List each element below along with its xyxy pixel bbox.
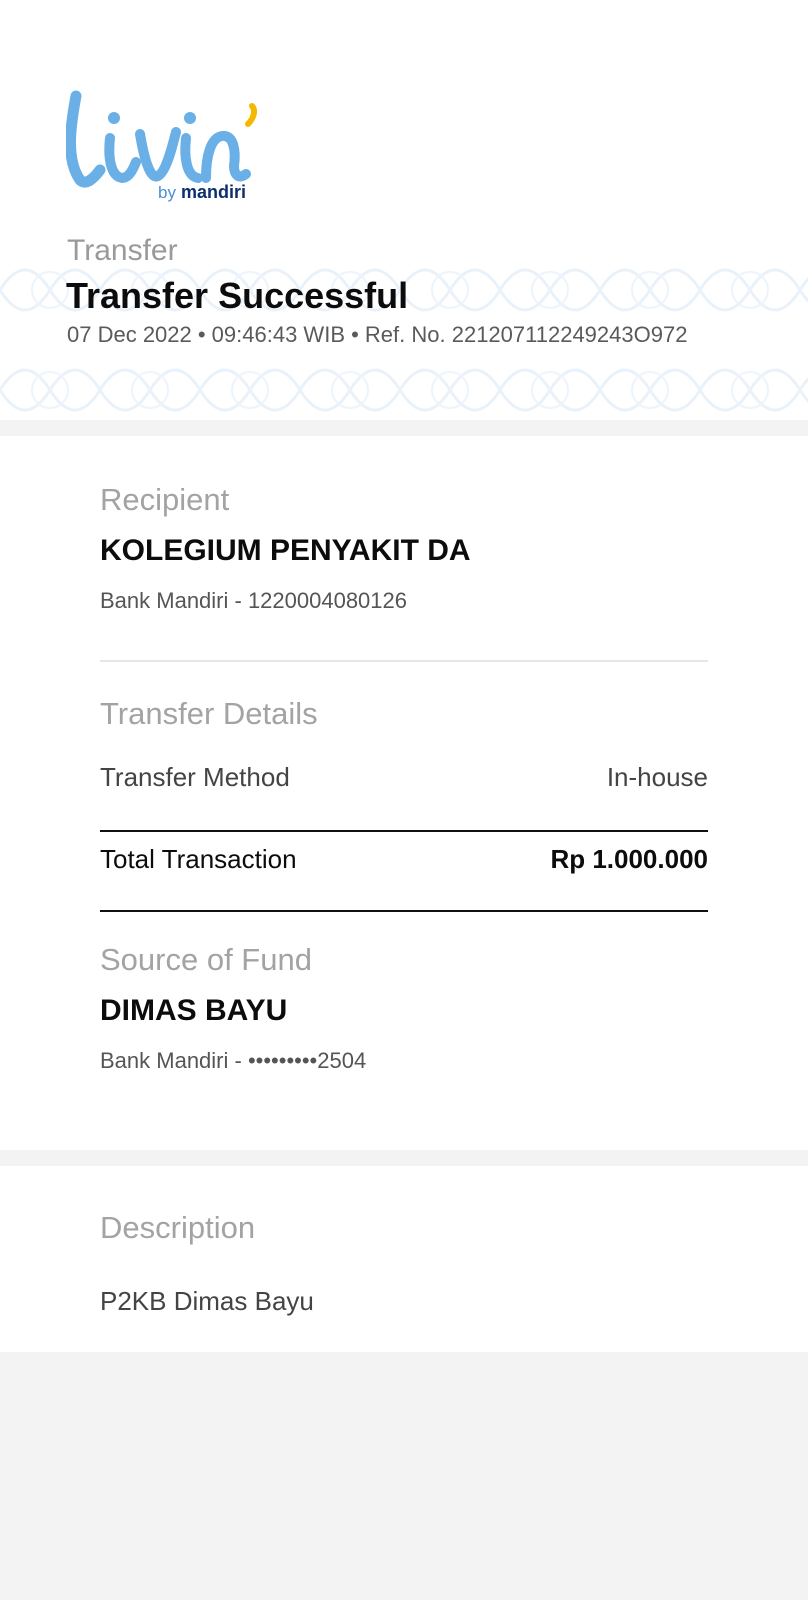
description-text: P2KB Dimas Bayu — [100, 1286, 314, 1316]
total-transaction-label: Total Transaction — [100, 844, 297, 874]
transfer-method-value: In-house — [606, 762, 708, 792]
source-account: Bank Mandiri - •••••••••2504 — [100, 1048, 367, 1073]
logo-bank-text: mandiri — [181, 182, 247, 202]
description-label: Description — [100, 1210, 256, 1245]
recipient-account: Bank Mandiri - 1220004080126 — [100, 588, 408, 613]
source-name: DIMAS BAYU — [100, 994, 288, 1027]
total-transaction-value: Rp 1.000.000 — [550, 844, 708, 874]
logo-by-text: by — [158, 183, 176, 202]
divider — [100, 830, 708, 832]
recipient-label: Recipient — [100, 482, 230, 517]
transaction-meta: 07 Dec 2022 • 09:46:43 WIB • Ref. No. 22… — [67, 322, 688, 347]
recipient-name: KOLEGIUM PENYAKIT DA — [100, 534, 471, 567]
description-card: Description P2KB Dimas Bayu — [0, 1166, 808, 1352]
transfer-method-label: Transfer Method — [100, 762, 290, 792]
transaction-details-card: Recipient KOLEGIUM PENYAKIT DA Bank Mand… — [0, 436, 808, 1150]
source-of-fund-label: Source of Fund — [100, 942, 312, 977]
receipt-header: by mandiri Transfer Transfer Successful … — [0, 0, 808, 420]
transaction-category: Transfer — [67, 234, 178, 267]
divider — [100, 910, 708, 912]
divider — [100, 660, 708, 662]
transfer-details-label: Transfer Details — [100, 696, 318, 731]
page-title: Transfer Successful — [66, 275, 409, 316]
